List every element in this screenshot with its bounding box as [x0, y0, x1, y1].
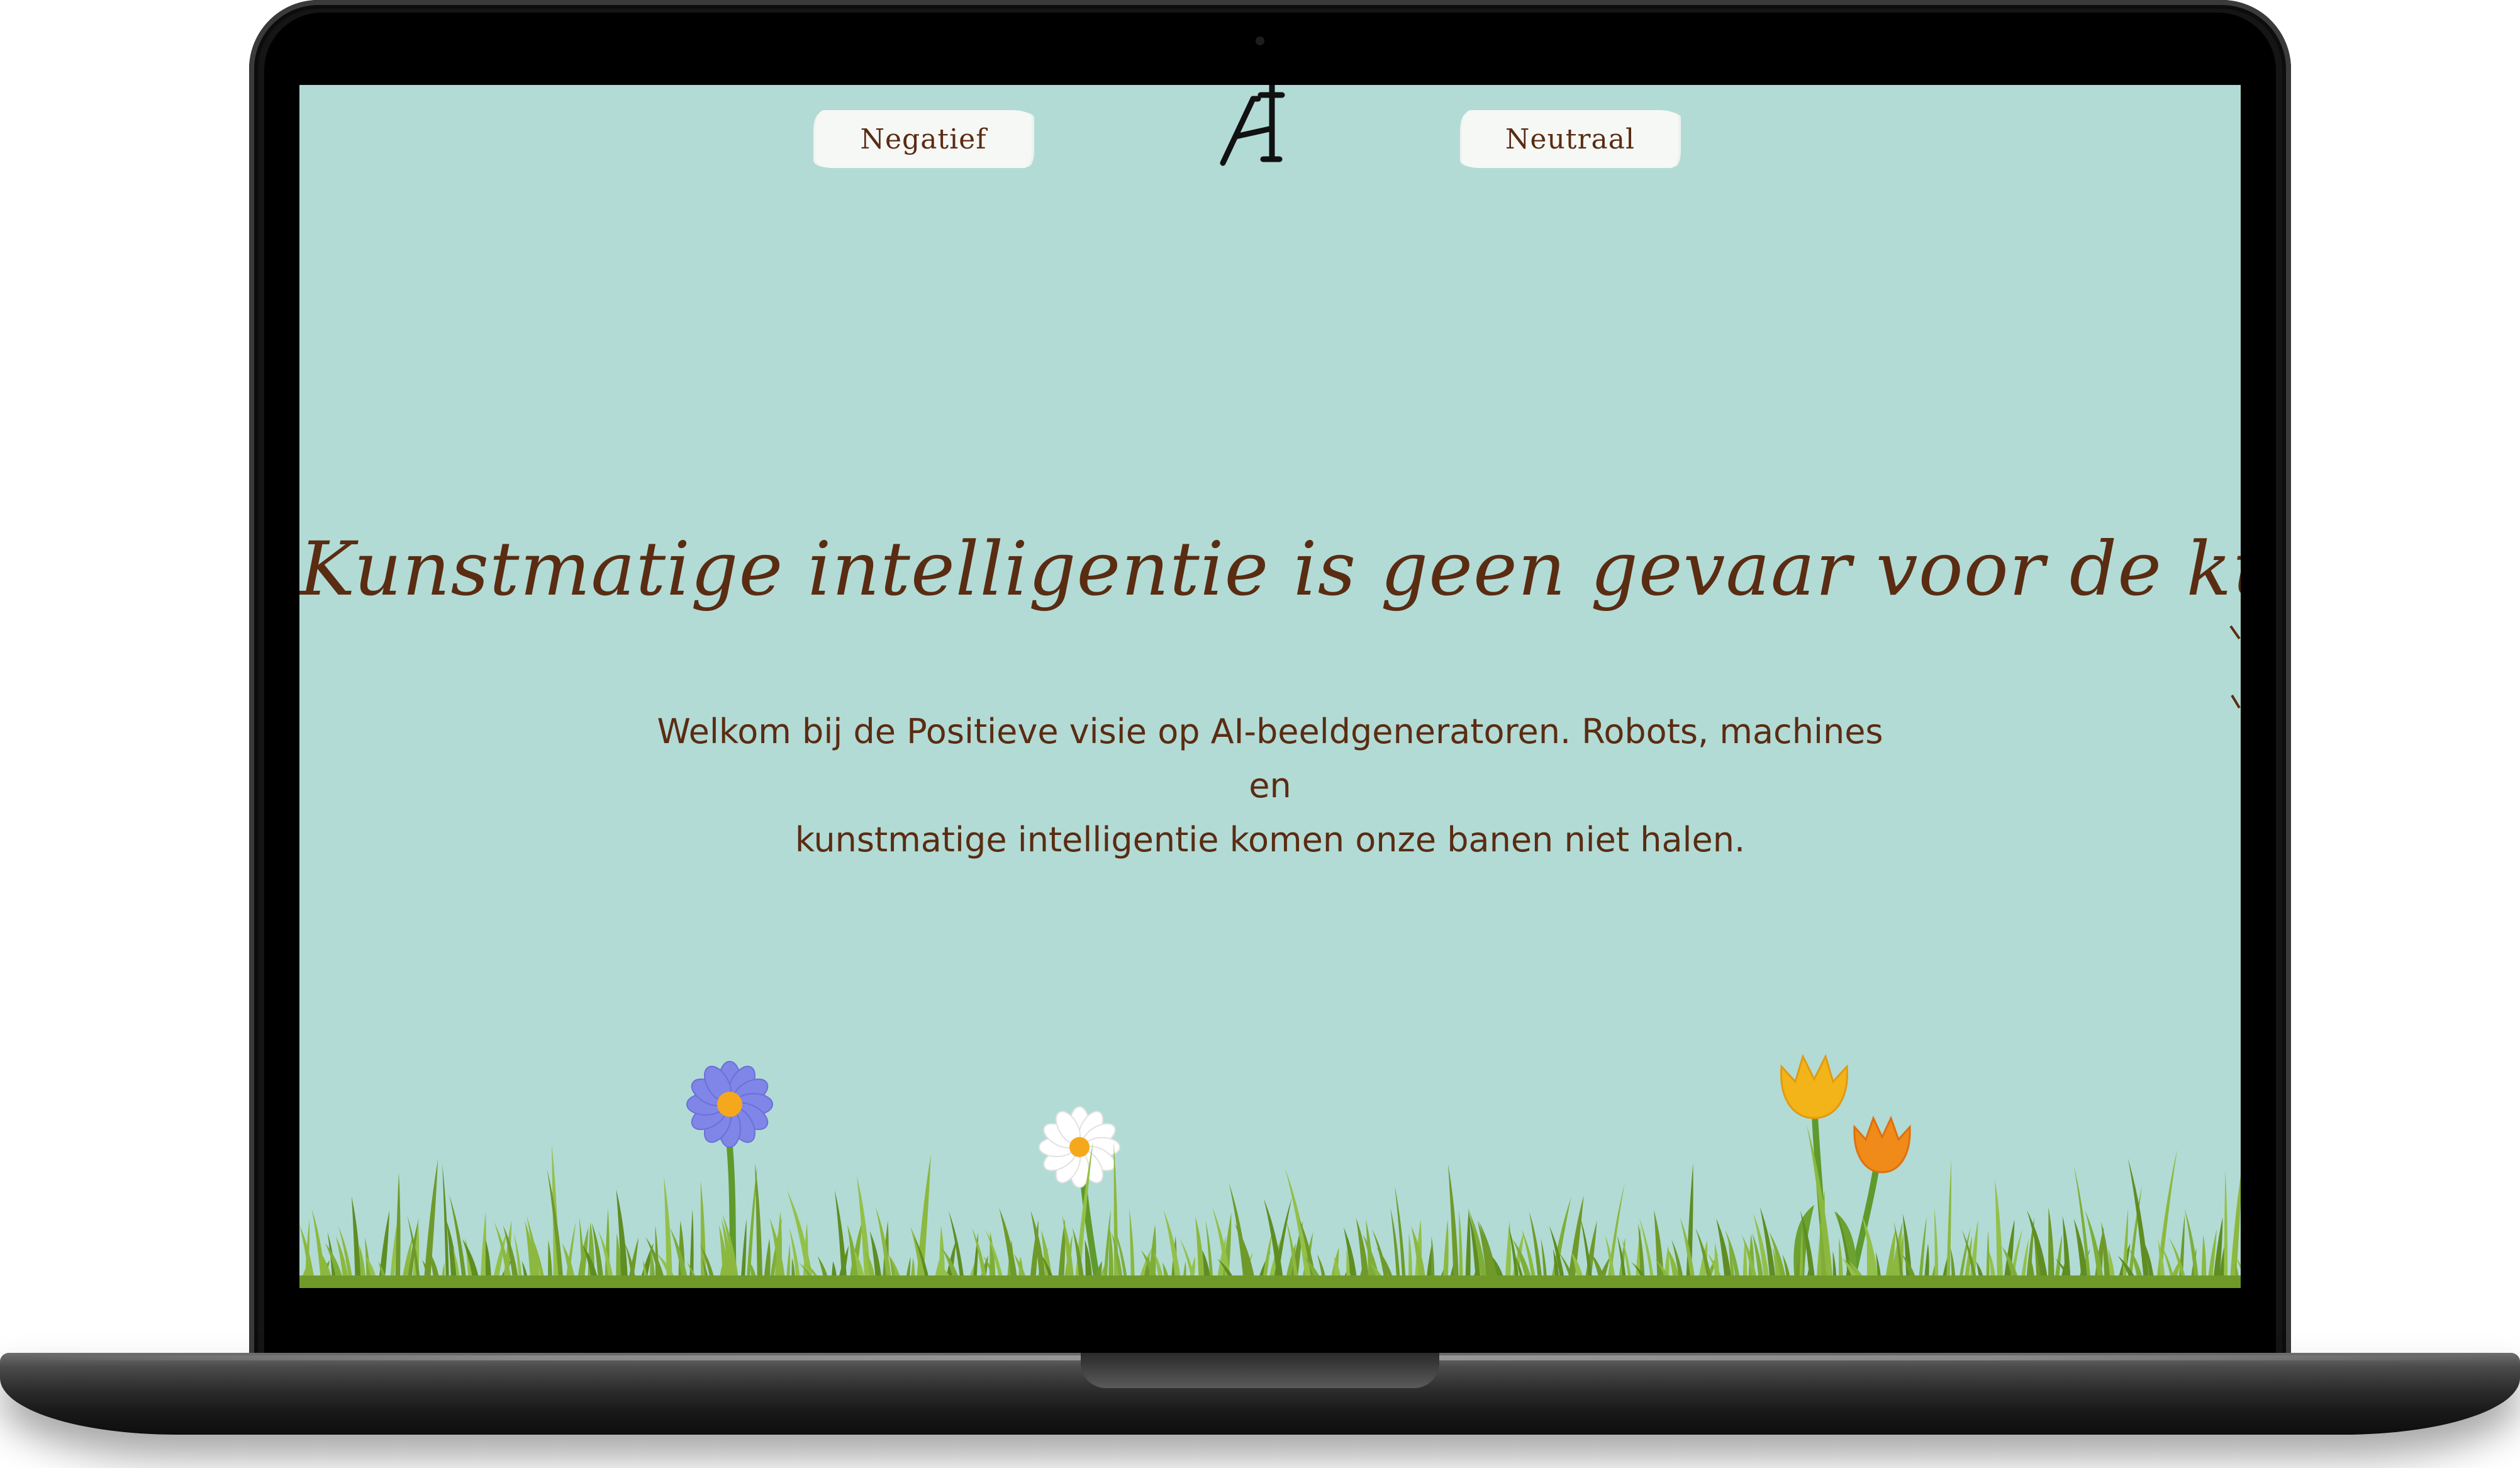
- grass-blade: [351, 1196, 362, 1288]
- blue-flower-icon: [686, 1061, 773, 1148]
- grass-blade: [786, 1189, 815, 1288]
- grass-blade: [2156, 1149, 2178, 1288]
- side-decoration: [2229, 625, 2241, 709]
- orange-tulip-icon: [1853, 1116, 1911, 1174]
- laptop-notch: [1081, 1353, 1439, 1388]
- daisy-icon: [1039, 1106, 1120, 1188]
- grass-blade: [1447, 1163, 1459, 1288]
- grass-blade: [755, 1162, 763, 1288]
- grass-blade: [2224, 1169, 2228, 1288]
- laptop-mockup: Negatief AI Neutraal Kunstmatige intelli…: [0, 0, 2520, 1468]
- camera-icon: [1256, 36, 1264, 45]
- grass-decoration: [299, 1054, 2241, 1288]
- nav-negatief-button[interactable]: Negatief: [815, 110, 1032, 168]
- hero-intro-line-2: kunstmatige intelligentie komen onze ban…: [794, 820, 1746, 860]
- grass-blade: [1946, 1159, 1951, 1288]
- yellow-tulip-icon: [1780, 1054, 1848, 1119]
- grass-blade: [1995, 1179, 2004, 1288]
- website-screen: Negatief AI Neutraal Kunstmatige intelli…: [299, 85, 2241, 1288]
- hero-intro-line-1: Welkom bij de Positieve visie op AI-beel…: [657, 712, 1883, 805]
- nav-negatief-label: Negatief: [860, 123, 987, 155]
- nav-neutraal-button[interactable]: Neutraal: [1462, 110, 1678, 168]
- hero-headline: Kunstmatige intelligentie is geen gevaar…: [299, 525, 2241, 612]
- hero-intro: Welkom bij de Positieve visie op AI-beel…: [652, 705, 1888, 867]
- logo-mark[interactable]: AI: [1212, 85, 1300, 167]
- nav-neutraal-label: Neutraal: [1505, 123, 1636, 155]
- grass-blade: [2229, 1175, 2241, 1288]
